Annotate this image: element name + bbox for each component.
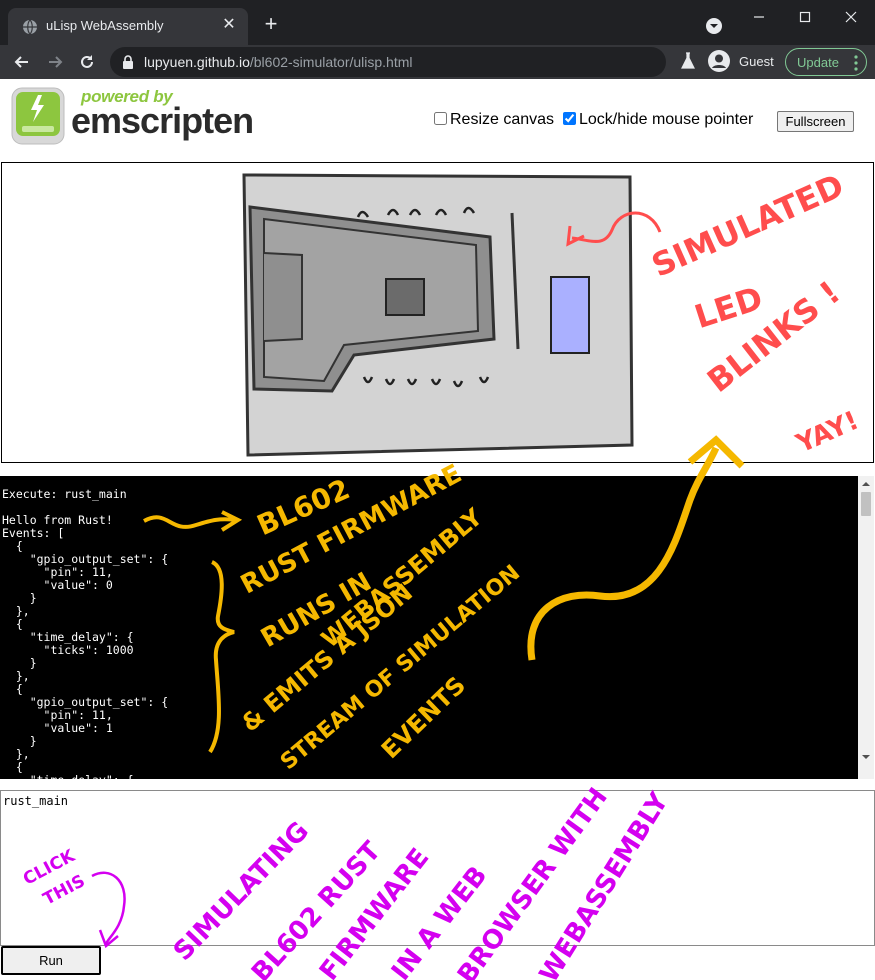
globe-icon (23, 19, 37, 35)
new-tab-icon[interactable]: + (260, 13, 282, 35)
forward-icon[interactable] (45, 52, 65, 72)
lock-pointer-option[interactable]: Lock/hide mouse pointer (563, 111, 753, 129)
tab-title: uLisp WebAssembly (46, 18, 164, 33)
reload-icon[interactable] (77, 52, 97, 72)
menu-dots-icon[interactable] (854, 55, 858, 71)
led-indicator (550, 276, 590, 354)
lock-pointer-label: Lock/hide mouse pointer (579, 111, 754, 128)
minimize-icon[interactable] (748, 6, 770, 28)
back-icon[interactable] (12, 52, 32, 72)
lock-icon[interactable] (122, 55, 134, 69)
emscripten-title: emscripten (71, 100, 254, 141)
update-button[interactable]: Update (785, 48, 867, 76)
maximize-icon[interactable] (794, 6, 816, 28)
close-window-icon[interactable] (840, 6, 862, 28)
resize-canvas-label: Resize canvas (450, 111, 555, 128)
scroll-thumb[interactable] (861, 492, 871, 516)
command-input-value: rust_main (3, 794, 69, 808)
close-tab-icon[interactable]: ✕ (220, 16, 238, 34)
console-scrollbar[interactable] (858, 476, 874, 779)
browser-toolbar: lupyuen.github.io/bl602-simulator/ulisp.… (0, 45, 875, 79)
browser-tab[interactable]: uLisp WebAssembly ✕ (8, 8, 248, 45)
tab-search-icon[interactable] (705, 17, 723, 35)
url-text: lupyuen.github.io/bl602-simulator/ulisp.… (144, 54, 413, 70)
resize-canvas-checkbox[interactable] (434, 112, 447, 125)
scroll-up-icon[interactable] (862, 480, 870, 488)
run-button[interactable]: Run (1, 946, 101, 975)
tab-strip: uLisp WebAssembly ✕ + (0, 0, 875, 45)
scroll-down-icon[interactable] (862, 753, 870, 761)
avatar-icon[interactable] (708, 50, 730, 72)
address-bar[interactable]: lupyuen.github.io/bl602-simulator/ulisp.… (110, 47, 666, 77)
resize-canvas-option[interactable]: Resize canvas (434, 111, 554, 129)
flask-icon[interactable] (680, 52, 696, 70)
update-label: Update (797, 55, 839, 70)
console-text: Execute: rust_main Hello from Rust! Even… (2, 487, 169, 780)
profile-label[interactable]: Guest (739, 54, 774, 69)
lock-pointer-checkbox[interactable] (563, 112, 576, 125)
emscripten-logo (11, 87, 65, 145)
fullscreen-button[interactable]: Fullscreen (777, 111, 854, 132)
